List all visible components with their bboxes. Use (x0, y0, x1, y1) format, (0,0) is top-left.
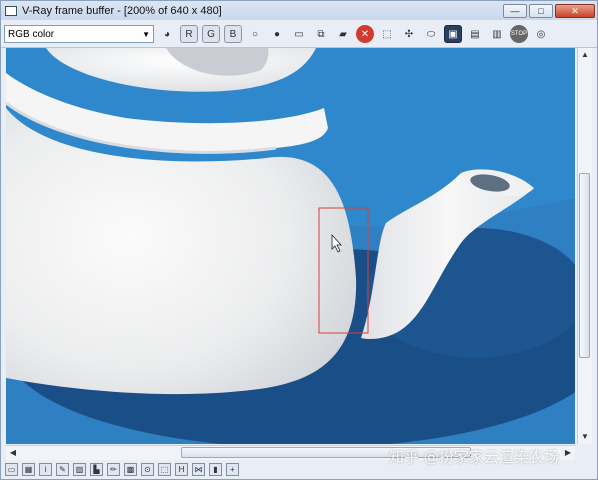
render-viewport[interactable] (6, 48, 575, 444)
region-render-button[interactable]: ⬚ (378, 25, 396, 43)
info-button[interactable]: i (39, 463, 52, 476)
plus-button[interactable]: + (226, 463, 239, 476)
bars-button[interactable]: ▮ (209, 463, 222, 476)
close-button[interactable]: ✕ (555, 3, 595, 18)
vertical-scroll-thumb[interactable] (579, 173, 590, 358)
palette-button[interactable]: ✎ (56, 463, 69, 476)
duplicate-button[interactable]: ⧉ (312, 25, 330, 43)
pixel-info-icon: ▭ (7, 465, 16, 474)
color-correction-icon: ▣ (448, 28, 458, 40)
histogram-button[interactable]: ▥ (488, 25, 506, 43)
window-title: V-Ray frame buffer - [200% of 640 x 480] (22, 4, 222, 17)
duplicate-icon: ⧉ (317, 28, 325, 40)
stop-button[interactable]: STOP (510, 25, 528, 43)
h-button[interactable]: H (175, 463, 188, 476)
levels-icon: ▤ (470, 28, 480, 40)
maximize-button[interactable]: □ (529, 3, 553, 18)
pencil-button[interactable]: ✏ (107, 463, 120, 476)
table-icon: ▦ (24, 465, 33, 474)
hv-icon: ⋈ (194, 465, 203, 474)
white-circle-button[interactable]: ○ (246, 25, 264, 43)
lens-icon: ⊙ (144, 465, 151, 474)
minimize-button[interactable]: — (503, 3, 527, 18)
save-icon: ▭ (294, 28, 304, 40)
channel-select[interactable]: RGB color ▼ (4, 25, 154, 43)
histogram-icon: ▥ (492, 28, 502, 40)
render-icon: ◎ (536, 28, 546, 40)
scroll-down-icon[interactable]: ▼ (578, 430, 592, 444)
title-bar[interactable]: V-Ray frame buffer - [200% of 640 x 480]… (1, 1, 597, 20)
scroll-up-icon[interactable]: ▲ (578, 48, 592, 62)
hv-button[interactable]: ⋈ (192, 463, 205, 476)
watermark-text: 知乎 @扮家家云渲染农场 (389, 448, 559, 466)
table-button[interactable]: ▦ (22, 463, 35, 476)
chevron-down-icon: ▼ (142, 29, 150, 39)
color-correction-button[interactable]: ▣ (444, 25, 462, 43)
clear-icon: ✕ (360, 28, 370, 40)
white-circle-icon: ○ (251, 28, 259, 40)
lens-button[interactable]: ⊙ (141, 463, 154, 476)
save-button[interactable]: ▭ (290, 25, 308, 43)
gray-circle-icon: ● (273, 28, 281, 40)
channel-select-value: RGB color (8, 28, 55, 40)
photo-icon: ▨ (75, 465, 84, 474)
color-wheel-button[interactable]: ◕ (158, 25, 176, 43)
pixel-info-button[interactable]: ▭ (5, 463, 18, 476)
link-icon: ⬭ (426, 28, 436, 40)
scroll-right-icon[interactable]: ▶ (561, 446, 575, 460)
bars-icon: ▮ (213, 465, 218, 474)
vray-frame-buffer-window: V-Ray frame buffer - [200% of 640 x 480]… (0, 0, 598, 480)
link-button[interactable]: ⬭ (422, 25, 440, 43)
red-channel-icon: R (185, 28, 193, 40)
select-button[interactable]: ⬚ (158, 463, 171, 476)
toolbar-buttons: ◕ R G B ○ ● ▭ ⧉ ▰ ✕ ⬚ ✣ ⬭ ▣ ▤ ▥ STOP ◎ (154, 25, 550, 43)
chart-icon: ▙ (93, 465, 100, 474)
photo-button[interactable]: ▨ (73, 463, 86, 476)
select-icon: ⬚ (160, 465, 169, 474)
region-render-icon: ⬚ (382, 28, 392, 40)
info-icon: i (44, 465, 47, 474)
h-icon: H (178, 465, 185, 474)
track-mouse-icon: ✣ (404, 28, 414, 40)
toolbar: RGB color ▼ ◕ R G B ○ ● ▭ ⧉ ▰ ✕ ⬚ ✣ ⬭ ▣ ▤ ▥ STOP ◎ (1, 21, 597, 48)
levels-button[interactable]: ▤ (466, 25, 484, 43)
green-channel-icon: G (207, 28, 215, 40)
render-image (6, 48, 575, 444)
chart-button[interactable]: ▙ (90, 463, 103, 476)
gray-circle-button[interactable]: ● (268, 25, 286, 43)
grid-icon: ▩ (126, 465, 135, 474)
scroll-left-icon[interactable]: ◀ (6, 446, 20, 460)
palette-icon: ✎ (59, 465, 66, 474)
render-button[interactable]: ◎ (532, 25, 550, 43)
track-mouse-button[interactable]: ✣ (400, 25, 418, 43)
app-icon (5, 5, 17, 16)
pencil-icon: ✏ (110, 465, 117, 474)
grid-button[interactable]: ▩ (124, 463, 137, 476)
clear-button[interactable]: ✕ (356, 25, 374, 43)
color-wheel-icon: ◕ (163, 28, 171, 40)
plus-icon: + (230, 465, 235, 474)
status-buttons: ▭ ▦ i ✎ ▨ ▙ ✏ ▩ ⊙ ⬚ H ⋈ ▮ + (1, 463, 239, 476)
green-channel-button[interactable]: G (202, 25, 220, 43)
stop-icon: STOP (510, 31, 528, 37)
open-folder-button[interactable]: ▰ (334, 25, 352, 43)
blue-channel-icon: B (229, 28, 237, 40)
blue-channel-button[interactable]: B (224, 25, 242, 43)
vertical-scrollbar[interactable]: ▲ ▼ (577, 48, 592, 444)
open-folder-icon: ▰ (339, 28, 347, 40)
red-channel-button[interactable]: R (180, 25, 198, 43)
